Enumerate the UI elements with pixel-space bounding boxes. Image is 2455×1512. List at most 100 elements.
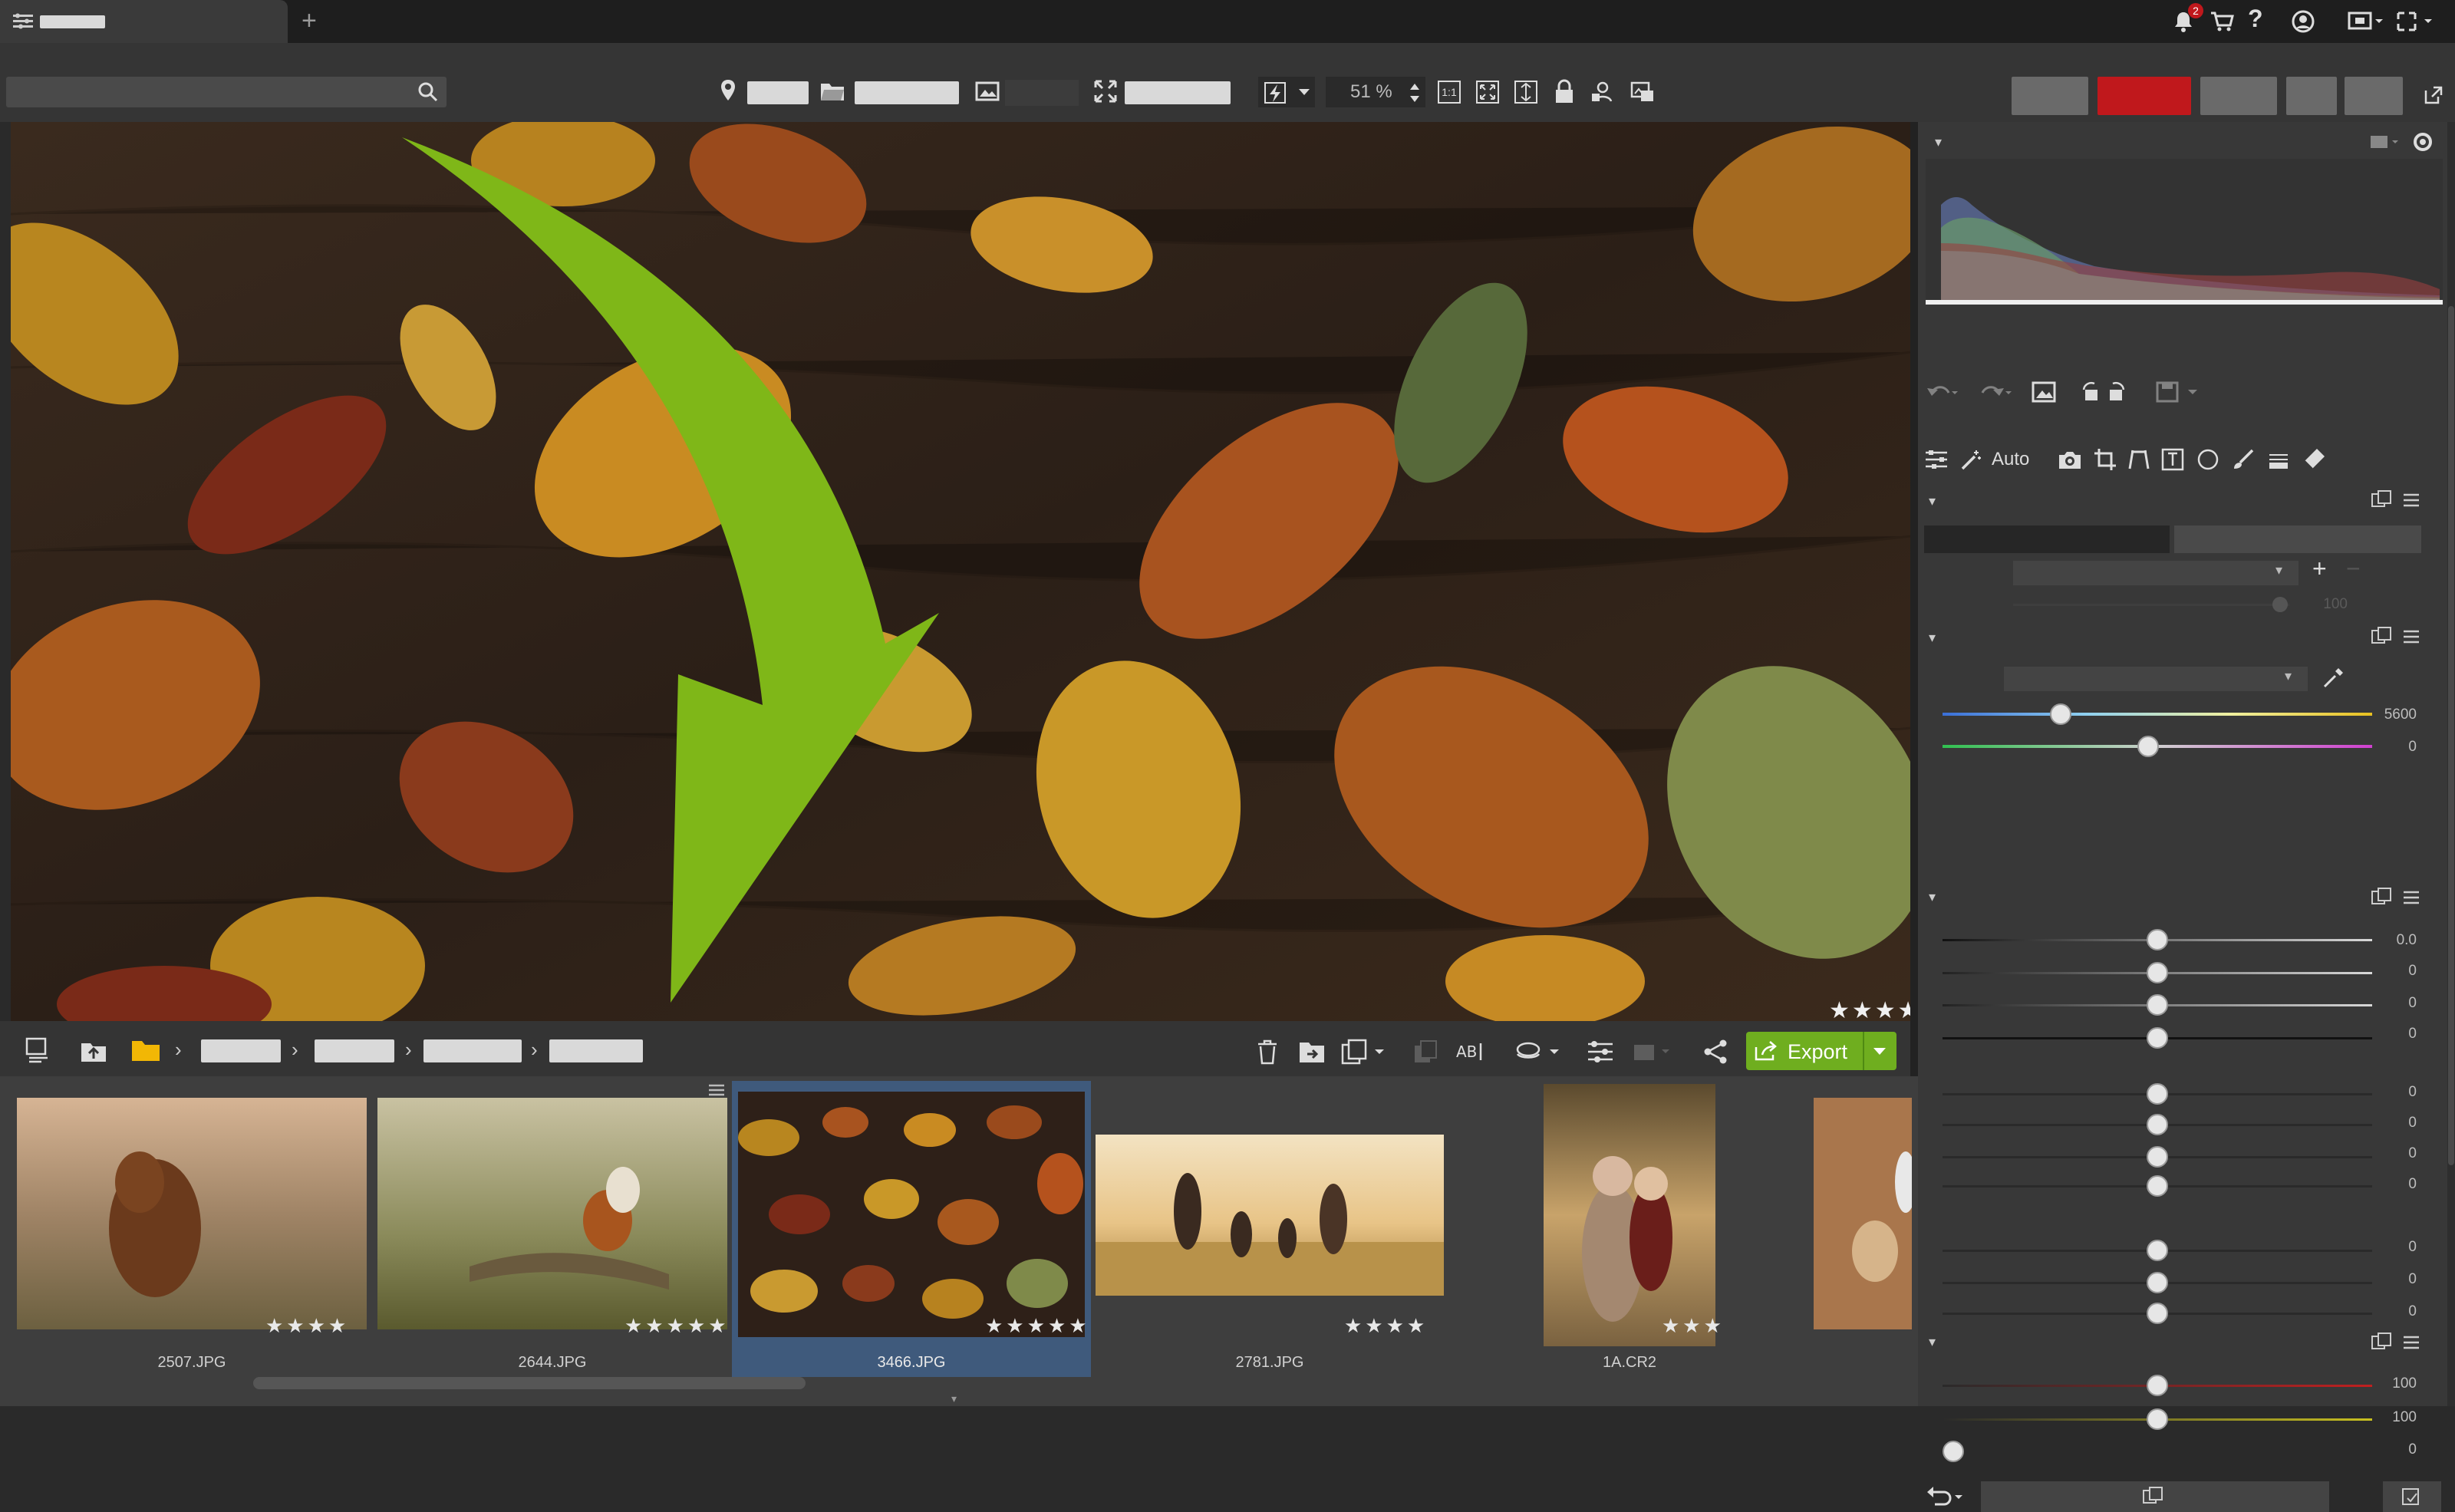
trash-icon[interactable] [1254,1036,1281,1067]
copy-settings-icon[interactable] [2369,624,2395,650]
preset-dropdown[interactable] [2013,561,2298,585]
yellow-knob[interactable] [2147,1408,2168,1430]
copy-settings-icon[interactable] [2140,1484,2167,1509]
section-menu-icon[interactable] [2400,624,2423,650]
filmstrip-scrollbar[interactable] [253,1377,806,1389]
thumbnail-2644[interactable] [377,1098,727,1329]
fit-screen-icon[interactable] [1091,78,1120,104]
chevron-down-icon[interactable]: ▾ [1929,1334,1936,1350]
chevron-down-icon[interactable]: ▾ [1935,134,1942,150]
module-tab-5[interactable] [2345,77,2403,115]
saturation-knob[interactable] [1943,1441,1964,1462]
zoom-1to1-icon[interactable]: 1:1 [1435,78,1464,106]
module-tab-develop-active[interactable] [2097,77,2191,115]
slider-5a-knob[interactable] [2147,1240,2168,1261]
move-to-folder-icon[interactable] [1297,1036,1327,1067]
panel-divider[interactable] [1910,122,1918,1076]
redo-icon[interactable] [1978,378,2016,406]
copy-settings-icon[interactable] [2369,1329,2395,1356]
search-input[interactable] [6,77,447,107]
thumbnail-2507[interactable] [17,1098,367,1329]
external-window-icon[interactable] [2421,83,2446,107]
batch-settings-icon[interactable] [1585,1036,1616,1067]
thumbnail-2781[interactable] [1096,1135,1444,1296]
folder-open-icon[interactable] [818,78,847,104]
section-menu-icon[interactable] [2400,487,2423,513]
new-tab-button[interactable]: + [302,6,317,36]
slider-4a-knob[interactable] [2147,1083,2168,1105]
gradient-filter-icon[interactable] [2265,446,2292,473]
collapse-icon[interactable]: ▾ [951,1392,957,1405]
layers-dropdown-icon[interactable] [1513,1036,1567,1067]
fit-window-icon[interactable] [1473,78,1502,106]
eyedropper-icon[interactable] [2320,665,2346,691]
brush-icon[interactable] [2229,446,2257,473]
thumbnail-partial[interactable] [1814,1098,1912,1329]
list-options-icon[interactable] [706,1081,727,1099]
image-compare-icon[interactable] [1628,78,1657,106]
slider-5c-knob[interactable] [2147,1303,2168,1324]
chevron-down-icon[interactable]: ▾ [1929,630,1936,646]
module-tab-3[interactable] [2200,77,2277,115]
tint-knob[interactable] [2137,736,2159,757]
screen-layout-icon[interactable] [2346,6,2384,37]
share-icon[interactable] [1700,1036,1731,1067]
reset-undo-icon[interactable] [1924,1481,1973,1512]
red-knob[interactable] [2147,1375,2168,1396]
module-tab-1[interactable] [2012,77,2088,115]
temperature-slider[interactable] [1943,713,2372,716]
filmstrip-toggle-icon[interactable] [23,1035,54,1066]
auto-label[interactable]: Auto [1992,449,2029,470]
add-preset-icon[interactable]: + [2312,555,2327,583]
copy-settings-icon[interactable] [2369,884,2395,911]
image-icon[interactable] [973,78,1002,104]
fit-height-icon[interactable] [1511,78,1541,106]
contrast-knob[interactable] [2147,962,2168,983]
rename-icon[interactable]: AB [1453,1036,1487,1067]
settings-icon[interactable] [2409,128,2437,156]
section-menu-icon[interactable] [2400,884,2423,911]
chevron-down-icon[interactable]: ▾ [1929,493,1936,509]
account-icon[interactable] [2288,6,2318,37]
panel-scrollbar-thumb[interactable] [2448,306,2454,1165]
histogram-options-icon[interactable] [2368,131,2401,153]
shadows-knob[interactable] [2147,1027,2168,1049]
preset-save-icon[interactable] [2154,378,2205,406]
image-viewer[interactable]: ★★★★★ [11,122,1910,1021]
chevron-down-icon[interactable] [1870,1046,1889,1058]
search-icon[interactable] [416,80,440,104]
folder-name-field[interactable] [855,81,959,104]
module-tab-4[interactable] [2286,77,2337,115]
before-after-icon[interactable] [2030,378,2058,406]
fullscreen-icon[interactable] [2394,6,2440,37]
copy-dropdown-icon[interactable] [1340,1036,1390,1067]
zoom-stepper-icon[interactable] [1407,80,1422,106]
breadcrumb-item-4[interactable] [549,1039,643,1062]
active-tab[interactable] [0,0,288,43]
crop-icon[interactable] [2091,446,2119,473]
slider-4c-knob[interactable] [2147,1146,2168,1168]
camera-icon[interactable] [2056,446,2084,473]
cart-icon[interactable] [2206,6,2237,37]
undo-icon[interactable] [1924,378,1962,406]
rotate-icon[interactable] [2079,378,2128,406]
copy-settings-icon[interactable] [2369,487,2395,513]
slider-4b-knob[interactable] [2147,1114,2168,1135]
perspective-icon[interactable] [2125,446,2153,473]
thumbnail-3466[interactable] [738,1092,1085,1337]
frame-icon[interactable] [2159,446,2186,473]
thumbnail-1a[interactable] [1544,1084,1715,1346]
slider-4d-knob[interactable] [2147,1175,2168,1197]
magic-wand-icon[interactable] [1958,446,1985,473]
adjustments-icon[interactable] [1923,446,1950,473]
export-button[interactable]: Export [1746,1032,1896,1070]
slider-5b-knob[interactable] [2147,1272,2168,1293]
eraser-icon[interactable] [2300,446,2328,473]
breadcrumb-item-1[interactable] [201,1039,281,1062]
white-balance-dropdown[interactable] [2004,667,2308,691]
section-menu-icon[interactable] [2400,1329,2423,1356]
help-icon[interactable]: ? [2248,5,2263,33]
folder-icon[interactable] [129,1035,163,1066]
exposure-knob[interactable] [2147,929,2168,950]
location-pin-icon[interactable] [717,77,740,104]
